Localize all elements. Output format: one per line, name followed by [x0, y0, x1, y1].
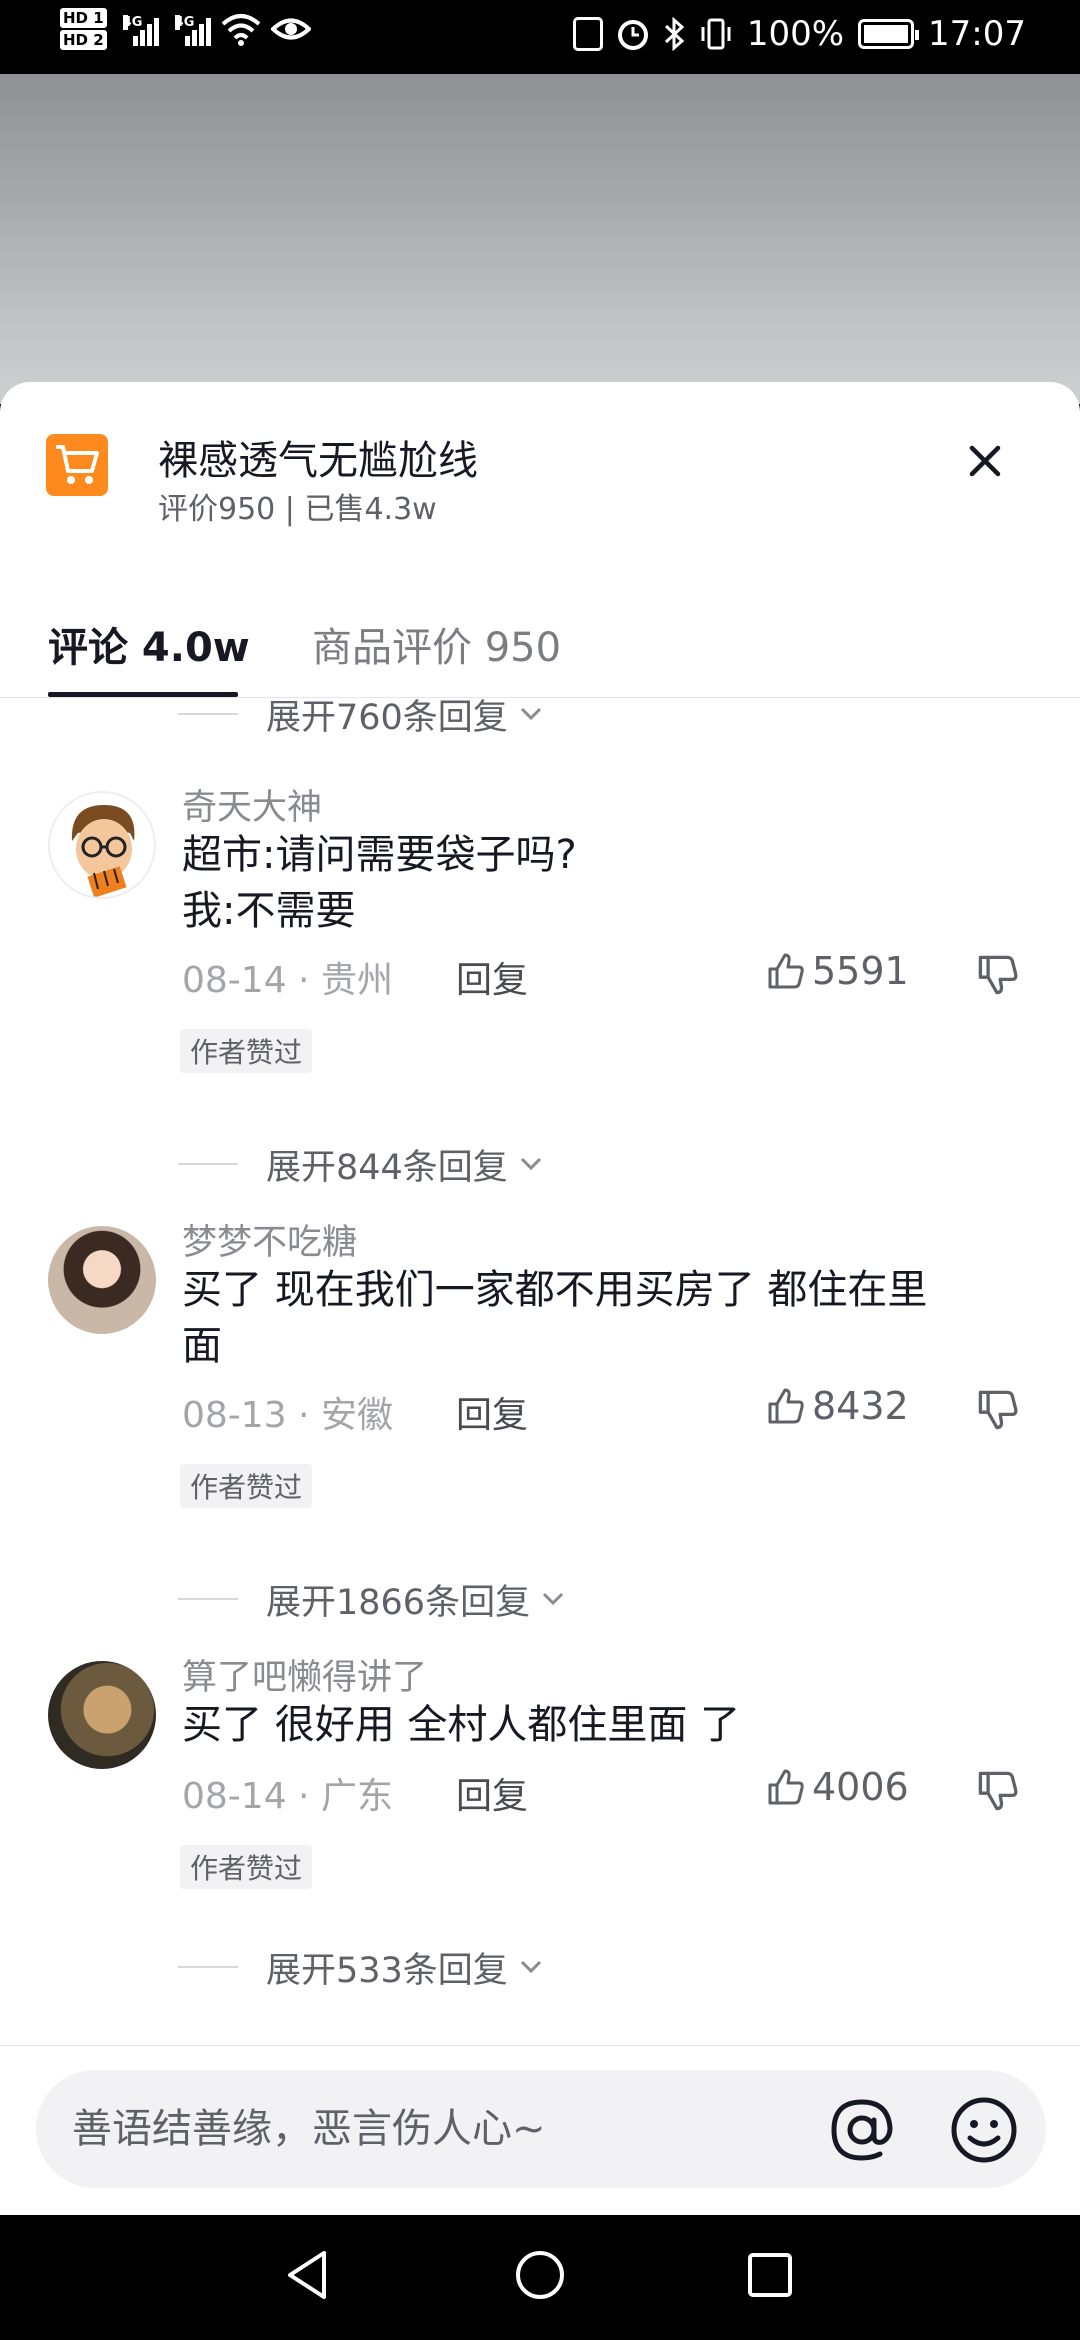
like-button[interactable]: 8432 [766, 1384, 909, 1428]
comment-username[interactable]: 奇天大神 [182, 779, 322, 830]
comment-username[interactable]: 梦梦不吃糖 [182, 1214, 357, 1265]
wifi-icon [221, 14, 260, 46]
comment-meta: 08-13 · 安徽 [182, 1395, 393, 1436]
video-background[interactable] [0, 74, 1080, 404]
comment-input-container[interactable] [36, 2070, 1046, 2188]
at-mention-icon[interactable] [826, 2094, 898, 2166]
status-bar-left: HD 1 HD 2 4G 4G [60, 8, 311, 50]
thumbs-up-icon [768, 1388, 804, 1424]
comment-sheet: 裸感透气无尴尬线 评价950 | 已售4.3w 评论 4.0w 商品评价 950… [0, 382, 1080, 2215]
divider [178, 1163, 238, 1165]
system-navigation-bar [0, 2215, 1080, 2340]
comment-input-bar [0, 2045, 1080, 2215]
emoji-icon[interactable] [948, 2094, 1020, 2166]
like-button[interactable]: 5591 [766, 949, 909, 993]
tab-bar: 评论 4.0w 商品评价 950 [0, 598, 1080, 698]
comment-username[interactable]: 算了吧懒得讲了 [182, 1649, 427, 1700]
expand-replies[interactable]: 展开533条回复 [178, 1942, 546, 1992]
divider [178, 1966, 238, 1968]
close-icon[interactable] [962, 438, 1008, 484]
like-count: 5591 [812, 949, 909, 993]
comment-text-line: 面 [182, 1323, 222, 1369]
battery-percent: 100% [746, 14, 845, 54]
home-icon[interactable] [510, 2245, 570, 2305]
product-subtitle: 评价950 | 已售4.3w [158, 492, 437, 527]
comment-text: 买了 很好用 全村人都住里面 了 [182, 1697, 1032, 1753]
network-1-label: 4G [122, 15, 143, 30]
eye-icon [270, 18, 311, 40]
hd2-label: HD 2 [60, 30, 107, 50]
expand-replies[interactable]: 展开1866条回复 [178, 1574, 568, 1624]
expand-replies-label: 展开1866条回复 [266, 1582, 531, 1623]
thumbs-up-icon [768, 1769, 804, 1805]
comment-text: 超市:请问需要袋子吗? 我:不需要 [182, 827, 1032, 939]
comment-text: 买了 现在我们一家都不用买房了 都住在里 面 [182, 1262, 1032, 1374]
comment-location: 贵州 [320, 960, 393, 1001]
thumbs-down-icon[interactable] [976, 1769, 1020, 1813]
comment-location: 安徽 [320, 1395, 393, 1436]
like-button[interactable]: 4006 [766, 1765, 909, 1809]
hd1-label: HD 1 [60, 8, 107, 28]
clock: 17:07 [928, 14, 1026, 54]
thumbs-up-icon [768, 953, 804, 989]
avatar[interactable] [48, 791, 156, 899]
reply-button[interactable]: 回复 [456, 951, 528, 1003]
vibrate-icon [701, 18, 731, 50]
alarm-icon [617, 20, 648, 50]
signal-1-icon: 4G [122, 12, 159, 46]
like-count: 4006 [812, 1765, 909, 1809]
comment-date: 08-14 [182, 1776, 287, 1817]
shopping-cart-icon [46, 434, 108, 496]
author-liked-badge: 作者赞过 [180, 1845, 313, 1889]
comment-text-line: 买了 很好用 全村人都住里面 了 [182, 1702, 741, 1748]
tab-comments[interactable]: 评论 4.0w [48, 598, 250, 698]
avatar[interactable] [48, 1226, 156, 1334]
expand-replies-label: 展开844条回复 [266, 1147, 508, 1188]
reply-button[interactable]: 回复 [456, 1767, 528, 1819]
status-bar-right: 100% 17:07 [572, 14, 1026, 54]
nfc-icon [572, 17, 603, 51]
expand-replies-label: 展开760条回复 [266, 697, 508, 738]
comment-date: 08-14 [182, 960, 287, 1001]
comment-input[interactable] [72, 2070, 832, 2188]
bluetooth-icon [664, 17, 685, 51]
signal-2-icon: 4G [174, 12, 211, 46]
expand-replies[interactable]: 展开844条回复 [178, 1139, 546, 1189]
tab-product-reviews[interactable]: 商品评价 950 [312, 598, 561, 698]
comment-date: 08-13 [182, 1395, 287, 1436]
hd-indicator: HD 1 HD 2 [60, 8, 107, 50]
status-bar: HD 1 HD 2 4G 4G 100% 17:07 [0, 0, 1080, 74]
chevron-down-icon [543, 1592, 564, 1606]
comment-text-line: 买了 现在我们一家都不用买房了 都住在里 [182, 1267, 928, 1313]
comment-text-line: 超市:请问需要袋子吗? [182, 832, 577, 878]
thumbs-down-icon[interactable] [976, 1388, 1020, 1432]
recents-icon[interactable] [740, 2245, 800, 2305]
product-header[interactable]: 裸感透气无尴尬线 评价950 | 已售4.3w [46, 434, 1036, 527]
battery-icon [858, 19, 920, 49]
author-liked-badge: 作者赞过 [180, 1464, 313, 1508]
chevron-down-icon [520, 1157, 541, 1171]
divider [178, 1598, 238, 1600]
comment-meta: 08-14 · 广东 [182, 1776, 393, 1817]
thumbs-down-icon[interactable] [976, 953, 1020, 997]
comment-meta: 08-14 · 贵州 [182, 960, 393, 1001]
avatar[interactable] [48, 1661, 156, 1769]
product-title: 裸感透气无尴尬线 [158, 438, 478, 484]
comment-text-line: 我:不需要 [182, 888, 356, 934]
chevron-down-icon [520, 1960, 541, 1974]
chevron-down-icon [520, 707, 541, 721]
expand-replies[interactable]: 展开760条回复 [178, 689, 546, 739]
reply-button[interactable]: 回复 [456, 1386, 528, 1438]
divider [178, 713, 238, 715]
network-2-label: 4G [174, 15, 195, 30]
back-icon[interactable] [278, 2245, 338, 2305]
expand-replies-label: 展开533条回复 [266, 1950, 508, 1991]
like-count: 8432 [812, 1384, 909, 1428]
comment-location: 广东 [320, 1776, 393, 1817]
author-liked-badge: 作者赞过 [180, 1029, 313, 1073]
